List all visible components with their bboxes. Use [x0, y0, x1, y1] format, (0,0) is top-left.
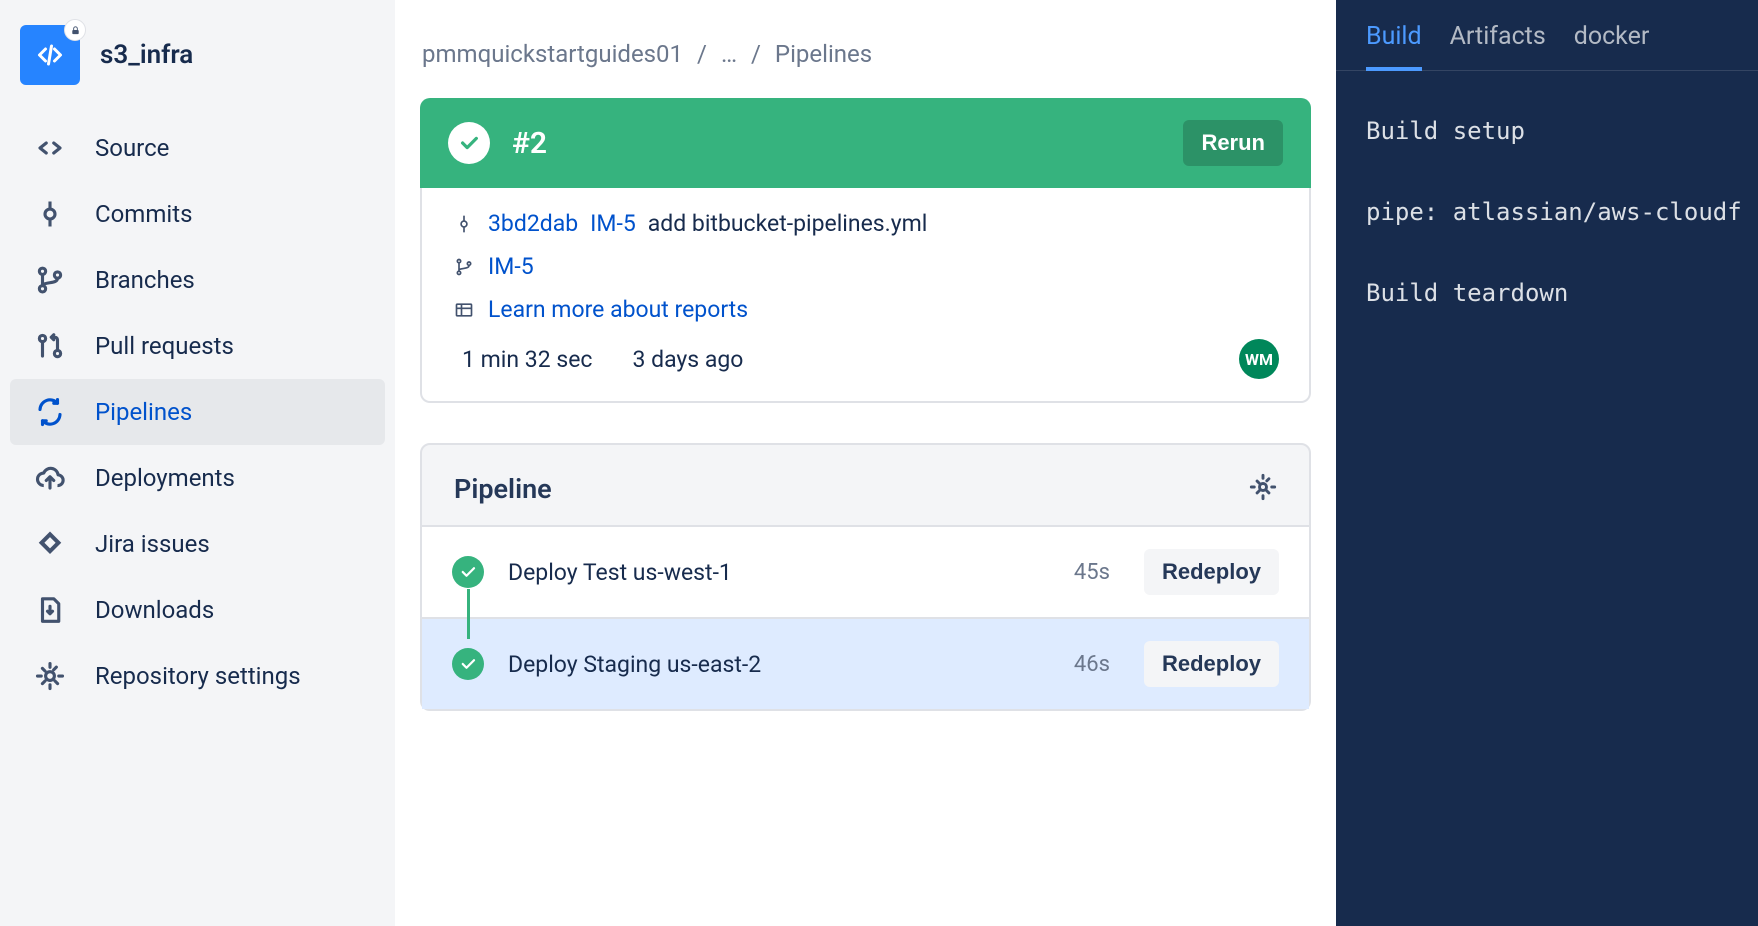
- lock-icon: [64, 19, 86, 41]
- tab-docker[interactable]: docker: [1574, 22, 1650, 70]
- breadcrumb-separator: /: [697, 40, 707, 68]
- tab-build[interactable]: Build: [1366, 22, 1422, 71]
- reports-link[interactable]: Learn more about reports: [488, 296, 748, 323]
- build-meta: 1 min 32 sec 3 days ago WM: [452, 339, 1279, 379]
- breadcrumb-page[interactable]: Pipelines: [775, 40, 872, 68]
- commit-hash-link[interactable]: 3bd2dab: [488, 210, 578, 237]
- rerun-button[interactable]: Rerun: [1183, 120, 1283, 166]
- commit-row: 3bd2dab IM-5 add bitbucket-pipelines.yml: [452, 210, 1279, 237]
- pipeline-card: Pipeline Deploy Test us-west-1 45s Redep…: [420, 443, 1311, 711]
- sidebar-item-source[interactable]: Source: [10, 115, 385, 181]
- gear-icon: [35, 661, 65, 691]
- log-line: Build teardown: [1366, 273, 1728, 314]
- sidebar: s3_infra Source Commits Branches Pull re…: [0, 0, 395, 926]
- step-connector: [467, 589, 470, 639]
- step-name: Deploy Test us-west-1: [508, 559, 1050, 586]
- sidebar-item-label: Source: [95, 134, 169, 162]
- success-icon: [448, 122, 490, 164]
- success-icon: [452, 648, 484, 680]
- pipeline-settings-button[interactable]: [1249, 473, 1277, 505]
- reports-row: Learn more about reports: [452, 296, 1279, 323]
- sidebar-item-pull-requests[interactable]: Pull requests: [10, 313, 385, 379]
- repo-name: s3_infra: [100, 40, 193, 70]
- sidebar-item-label: Repository settings: [95, 662, 301, 690]
- branch-icon: [35, 265, 65, 295]
- pipeline-step[interactable]: Deploy Staging us-east-2 46s Redeploy: [422, 617, 1309, 709]
- log-tabs: Build Artifacts docker: [1336, 0, 1758, 71]
- success-icon: [452, 556, 484, 588]
- sidebar-item-label: Deployments: [95, 464, 235, 492]
- build-status-banner: #2 Rerun: [420, 98, 1311, 188]
- repo-icon: [20, 25, 80, 85]
- commit-issue-link[interactable]: IM-5: [590, 210, 636, 237]
- sidebar-item-label: Jira issues: [95, 530, 210, 558]
- sidebar-item-label: Pipelines: [95, 398, 192, 426]
- redeploy-button[interactable]: Redeploy: [1144, 641, 1279, 687]
- sidebar-nav: Source Commits Branches Pull requests Pi…: [10, 115, 385, 709]
- pipeline-header: Pipeline: [422, 445, 1309, 525]
- sidebar-item-branches[interactable]: Branches: [10, 247, 385, 313]
- branch-icon: [452, 257, 476, 277]
- sidebar-item-label: Branches: [95, 266, 195, 294]
- sidebar-item-jira-issues[interactable]: Jira issues: [10, 511, 385, 577]
- sidebar-item-pipelines[interactable]: Pipelines: [10, 379, 385, 445]
- breadcrumb-ellipsis[interactable]: …: [721, 40, 737, 68]
- build-number: #2: [512, 126, 1161, 161]
- sidebar-item-label: Commits: [95, 200, 192, 228]
- tab-artifacts[interactable]: Artifacts: [1450, 22, 1546, 70]
- branch-row: IM-5: [452, 253, 1279, 280]
- breadcrumb-root[interactable]: pmmquickstartguides01: [422, 40, 683, 68]
- build-duration: 1 min 32 sec: [462, 346, 592, 373]
- pipeline-step[interactable]: Deploy Test us-west-1 45s Redeploy: [422, 525, 1309, 617]
- avatar[interactable]: WM: [1239, 339, 1279, 379]
- pipelines-icon: [35, 397, 65, 427]
- log-line: pipe: atlassian/aws-cloudf: [1366, 192, 1728, 233]
- commit-icon: [452, 214, 476, 234]
- jira-icon: [35, 529, 65, 559]
- redeploy-button[interactable]: Redeploy: [1144, 549, 1279, 595]
- report-icon: [452, 300, 476, 320]
- breadcrumb-separator: /: [751, 40, 761, 68]
- pipeline-title: Pipeline: [454, 473, 552, 505]
- sidebar-item-downloads[interactable]: Downloads: [10, 577, 385, 643]
- breadcrumb: pmmquickstartguides01 / … / Pipelines: [420, 40, 1311, 68]
- log-line: Build setup: [1366, 111, 1728, 152]
- download-icon: [35, 595, 65, 625]
- commit-icon: [35, 199, 65, 229]
- sidebar-item-repository-settings[interactable]: Repository settings: [10, 643, 385, 709]
- sidebar-item-label: Downloads: [95, 596, 214, 624]
- step-duration: 45s: [1074, 560, 1110, 585]
- step-name: Deploy Staging us-east-2: [508, 651, 1050, 678]
- log-output[interactable]: Build setup pipe: atlassian/aws-cloudf B…: [1336, 71, 1758, 393]
- cloud-upload-icon: [35, 463, 65, 493]
- build-age: 3 days ago: [632, 346, 743, 373]
- main-content: pmmquickstartguides01 / … / Pipelines #2…: [395, 0, 1336, 926]
- sidebar-item-deployments[interactable]: Deployments: [10, 445, 385, 511]
- log-panel: Build Artifacts docker Build setup pipe:…: [1336, 0, 1758, 926]
- repo-header: s3_infra: [10, 25, 385, 115]
- sidebar-item-commits[interactable]: Commits: [10, 181, 385, 247]
- code-icon: [35, 133, 65, 163]
- pull-request-icon: [35, 331, 65, 361]
- step-duration: 46s: [1074, 652, 1110, 677]
- branch-link[interactable]: IM-5: [488, 253, 534, 280]
- sidebar-item-label: Pull requests: [95, 332, 234, 360]
- commit-message: add bitbucket-pipelines.yml: [648, 210, 928, 237]
- build-info-card: 3bd2dab IM-5 add bitbucket-pipelines.yml…: [420, 188, 1311, 403]
